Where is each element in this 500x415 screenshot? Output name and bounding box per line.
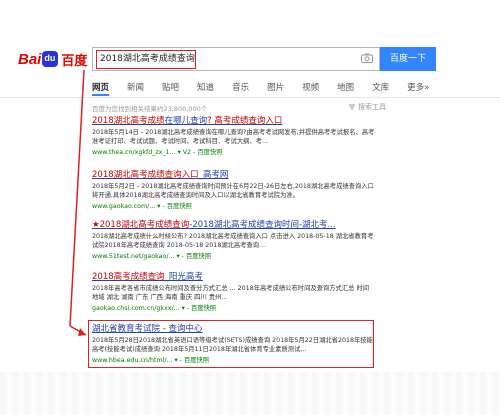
blurred-region [0, 372, 500, 415]
annotation-arrow [69, 69, 87, 336]
screenshot-frame: Bai du 百度 2018湖北高考成绩查询 百度一下 网页 新闻 贴吧 知道 … [0, 0, 500, 415]
